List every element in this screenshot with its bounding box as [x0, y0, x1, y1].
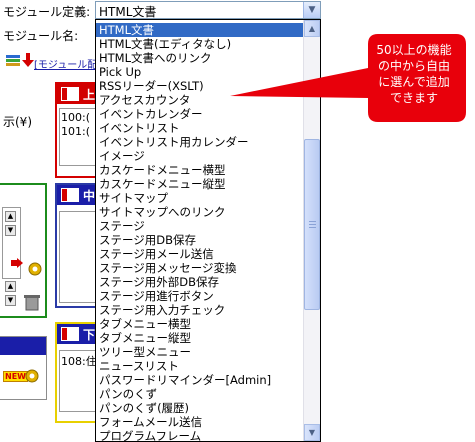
select-current-value: HTML文書	[99, 5, 157, 19]
top-block-header: 上	[57, 84, 98, 104]
arrow-up-icon[interactable]: ▲	[5, 211, 16, 222]
flag-icon	[61, 327, 79, 341]
middle-block-title: 中	[83, 189, 96, 203]
dropdown-option[interactable]: ステージ用メール送信	[96, 247, 303, 261]
left-block-panel: ▲ ▼ ▲ ▼	[0, 183, 47, 318]
trash-icon[interactable]	[24, 293, 40, 311]
module-definition-label: モジュール定義:	[3, 5, 91, 19]
move-right-icon[interactable]	[11, 257, 23, 268]
module-config-link[interactable]: [モジュール配	[34, 56, 97, 71]
dropdown-option[interactable]: カスケードメニュー縦型	[96, 177, 303, 191]
arrow-down-icon[interactable]: ▼	[5, 295, 16, 306]
dropdown-option[interactable]: パンのくず	[96, 387, 303, 401]
dropdown-option[interactable]: カスケードメニュー横型	[96, 163, 303, 177]
list-item: 101:(	[61, 125, 90, 138]
middle-block-list[interactable]	[59, 211, 99, 303]
scrollbar-thumb[interactable]	[304, 139, 320, 310]
top-block-title: 上	[83, 88, 96, 102]
middle-block-panel: 中	[55, 183, 100, 308]
dropdown-option[interactable]: ニュースリスト	[96, 359, 303, 373]
middle-block-header: 中	[57, 185, 98, 205]
dropdown-option[interactable]: ステージ用進行ボタン	[96, 289, 303, 303]
callout-text: 50以上の機能の中から自由に選んで追加できます	[376, 43, 452, 105]
arrow-down-icon	[22, 53, 34, 67]
dropdown-option[interactable]: イメージ	[96, 149, 303, 163]
dropdown-option[interactable]: サイトマップへのリンク	[96, 205, 303, 219]
dropdown-option[interactable]: ステージ	[96, 219, 303, 233]
feature-callout: 50以上の機能の中から自由に選んで追加できます	[230, 28, 475, 128]
arrow-down-icon[interactable]: ▼	[5, 225, 16, 236]
flag-icon	[61, 188, 79, 202]
dropdown-option[interactable]: サイトマップ	[96, 191, 303, 205]
list-item: 100:(	[61, 111, 90, 124]
module-name-label: モジュール名:	[3, 29, 79, 43]
module-definition-select[interactable]: HTML文書 ▼	[95, 1, 321, 19]
dropdown-option[interactable]: パンのくず(履歴)	[96, 401, 303, 415]
bottom-left-panel: NEW	[0, 336, 47, 400]
dropdown-option[interactable]: ステージ用DB保存	[96, 233, 303, 247]
dropdown-option[interactable]: イベントリスト用カレンダー	[96, 135, 303, 149]
dropdown-option[interactable]: タブメニュー横型	[96, 317, 303, 331]
top-block-panel: 上 100:( 101:(	[55, 82, 100, 178]
arrow-up-icon[interactable]: ▲	[5, 281, 16, 292]
flag-icon	[61, 87, 79, 101]
bottom-block-list[interactable]: 108:住	[59, 350, 99, 412]
scroll-down-icon[interactable]: ▼	[304, 424, 320, 441]
dropdown-option[interactable]: パスワードリマインダー[Admin]	[96, 373, 303, 387]
top-block-list[interactable]: 100:( 101:(	[59, 108, 99, 166]
left-partial-text: 示(¥)	[3, 115, 32, 129]
gear-icon[interactable]	[26, 261, 44, 277]
dropdown-option[interactable]: ステージ用入力チェック	[96, 303, 303, 317]
gear-icon[interactable]	[23, 367, 41, 385]
bottom-block-panel: 下 108:住	[55, 322, 100, 423]
chevron-down-icon[interactable]: ▼	[303, 2, 320, 18]
bottom-left-header	[0, 337, 46, 355]
dropdown-option[interactable]: タブメニュー縦型	[96, 331, 303, 345]
dropdown-option[interactable]: ツリー型メニュー	[96, 345, 303, 359]
dropdown-option[interactable]: フォームメール送信	[96, 415, 303, 429]
dropdown-option[interactable]: ステージ用メッセージ変換	[96, 261, 303, 275]
dropdown-option[interactable]: プログラムフレーム	[96, 429, 303, 441]
bottom-block-title: 下	[83, 328, 96, 342]
list-item: 108:住	[61, 355, 97, 368]
bottom-block-header: 下	[57, 324, 98, 344]
module-layout-icon	[6, 55, 20, 67]
dropdown-option[interactable]: ステージ用外部DB保存	[96, 275, 303, 289]
